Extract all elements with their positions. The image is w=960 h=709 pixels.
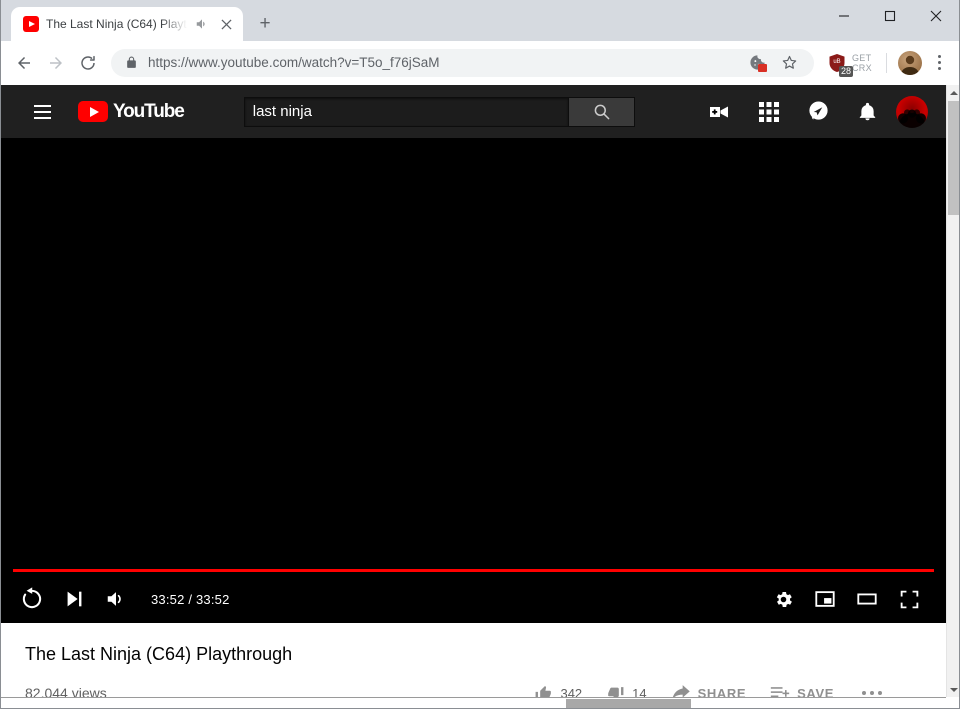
window-controls xyxy=(821,0,959,32)
view-count: 82,044 views xyxy=(25,685,107,697)
ublock-badge-count: 28 xyxy=(839,66,853,77)
youtube-logo[interactable]: YouTube xyxy=(78,101,184,123)
maximize-icon[interactable] xyxy=(867,0,913,32)
getcrx-line2: CRX xyxy=(852,63,872,73)
search-bar: last ninja xyxy=(244,97,635,127)
account-avatar[interactable] xyxy=(896,96,928,128)
dislike-button[interactable]: 14 xyxy=(594,675,658,697)
toolbar-divider xyxy=(886,53,887,73)
vertical-scrollbar[interactable] xyxy=(946,85,960,697)
notifications-bell-icon[interactable] xyxy=(847,92,887,132)
save-button[interactable]: SAVE xyxy=(758,675,846,697)
browser-toolbar: https://www.youtube.com/watch?v=T5o_f76j… xyxy=(1,41,959,85)
youtube-logo-icon xyxy=(78,101,108,122)
extension-icons: uB 28 GET CRX xyxy=(822,51,878,75)
volume-button[interactable] xyxy=(95,578,137,620)
youtube-logo-text: YouTube xyxy=(113,101,184,123)
video-info: The Last Ninja (C64) Playthrough 82,044 … xyxy=(1,623,946,697)
settings-button[interactable] xyxy=(762,578,804,620)
browser-tab[interactable]: The Last Ninja (C64) Playthro xyxy=(11,7,243,41)
time-display: 33:52 / 33:52 xyxy=(137,592,240,607)
omnibox-actions xyxy=(742,48,804,78)
player-controls: 33:52 / 33:52 xyxy=(1,575,946,623)
scroll-down-arrow[interactable] xyxy=(947,682,960,697)
fullscreen-button[interactable] xyxy=(888,578,930,620)
page-title: The Last Ninja (C64) Playthrough xyxy=(25,641,922,667)
hamburger-menu-icon[interactable] xyxy=(22,92,62,132)
forward-arrow-icon[interactable] xyxy=(41,48,71,78)
page-viewport: YouTube last ninja xyxy=(1,85,946,697)
avatar xyxy=(898,51,922,75)
share-arrow-icon xyxy=(671,683,691,697)
getcrx-line1: GET xyxy=(852,53,871,63)
thumbs-down-icon xyxy=(606,684,625,698)
horizontal-scrollbar[interactable] xyxy=(1,697,946,708)
new-tab-button[interactable]: + xyxy=(251,10,279,38)
svg-text:uB: uB xyxy=(833,59,840,65)
star-icon[interactable] xyxy=(774,48,804,78)
tab-close-button[interactable] xyxy=(217,15,235,33)
share-button[interactable]: SHARE xyxy=(659,675,759,697)
scroll-up-arrow[interactable] xyxy=(947,85,960,100)
horizontal-scrollbar-thumb[interactable] xyxy=(566,699,691,708)
search-button[interactable] xyxy=(569,97,635,127)
lock-icon xyxy=(125,56,138,69)
browser-window: The Last Ninja (C64) Playthro + xyxy=(0,0,960,709)
miniplayer-button[interactable] xyxy=(804,578,846,620)
url-text: https://www.youtube.com/watch?v=T5o_f76j… xyxy=(148,55,732,70)
progress-track xyxy=(13,569,934,572)
address-bar[interactable]: https://www.youtube.com/watch?v=T5o_f76j… xyxy=(111,49,814,77)
vertical-scrollbar-thumb[interactable] xyxy=(948,101,960,215)
replay-button[interactable] xyxy=(11,578,53,620)
three-dot-menu-icon[interactable] xyxy=(927,48,951,78)
share-label: SHARE xyxy=(698,686,747,698)
speaker-playing-icon[interactable] xyxy=(194,16,210,32)
page-content: YouTube last ninja xyxy=(1,85,960,708)
theater-mode-button[interactable] xyxy=(846,578,888,620)
close-icon[interactable] xyxy=(913,0,959,32)
thumbs-up-icon xyxy=(534,684,553,698)
save-label: SAVE xyxy=(797,686,834,698)
like-count: 342 xyxy=(560,686,582,698)
video-player[interactable]: 33:52 / 33:52 xyxy=(1,138,946,623)
title-bar: The Last Ninja (C64) Playthro + xyxy=(1,0,959,41)
progress-bar[interactable] xyxy=(1,568,946,573)
tab-strip: The Last Ninja (C64) Playthro + xyxy=(1,0,279,41)
video-meta-row: 82,044 views 342 14 xyxy=(25,675,922,697)
ublock-shield-icon[interactable]: uB 28 xyxy=(826,51,848,75)
add-to-playlist-icon xyxy=(770,683,790,697)
tab-title: The Last Ninja (C64) Playthro xyxy=(46,17,187,31)
progress-fill xyxy=(13,569,934,572)
apps-grid-icon[interactable] xyxy=(749,92,789,132)
player-controls-right xyxy=(762,578,936,620)
youtube-masthead: YouTube last ninja xyxy=(1,85,946,138)
video-actions: 342 14 SHARE xyxy=(522,675,922,697)
getcrx-extension-icon[interactable]: GET CRX xyxy=(852,53,878,73)
masthead-icons xyxy=(700,92,930,132)
youtube-favicon xyxy=(23,16,39,32)
profile-avatar[interactable] xyxy=(895,48,925,78)
create-video-icon[interactable] xyxy=(700,92,740,132)
minimize-icon[interactable] xyxy=(821,0,867,32)
next-video-button[interactable] xyxy=(53,578,95,620)
search-input[interactable]: last ninja xyxy=(244,97,569,127)
back-arrow-icon[interactable] xyxy=(9,48,39,78)
cookie-blocked-icon[interactable] xyxy=(742,48,772,78)
like-button[interactable]: 342 xyxy=(522,675,594,697)
reload-icon[interactable] xyxy=(73,48,103,78)
more-actions-icon[interactable] xyxy=(846,691,892,695)
dislike-count: 14 xyxy=(632,686,646,698)
messages-icon[interactable] xyxy=(798,92,838,132)
